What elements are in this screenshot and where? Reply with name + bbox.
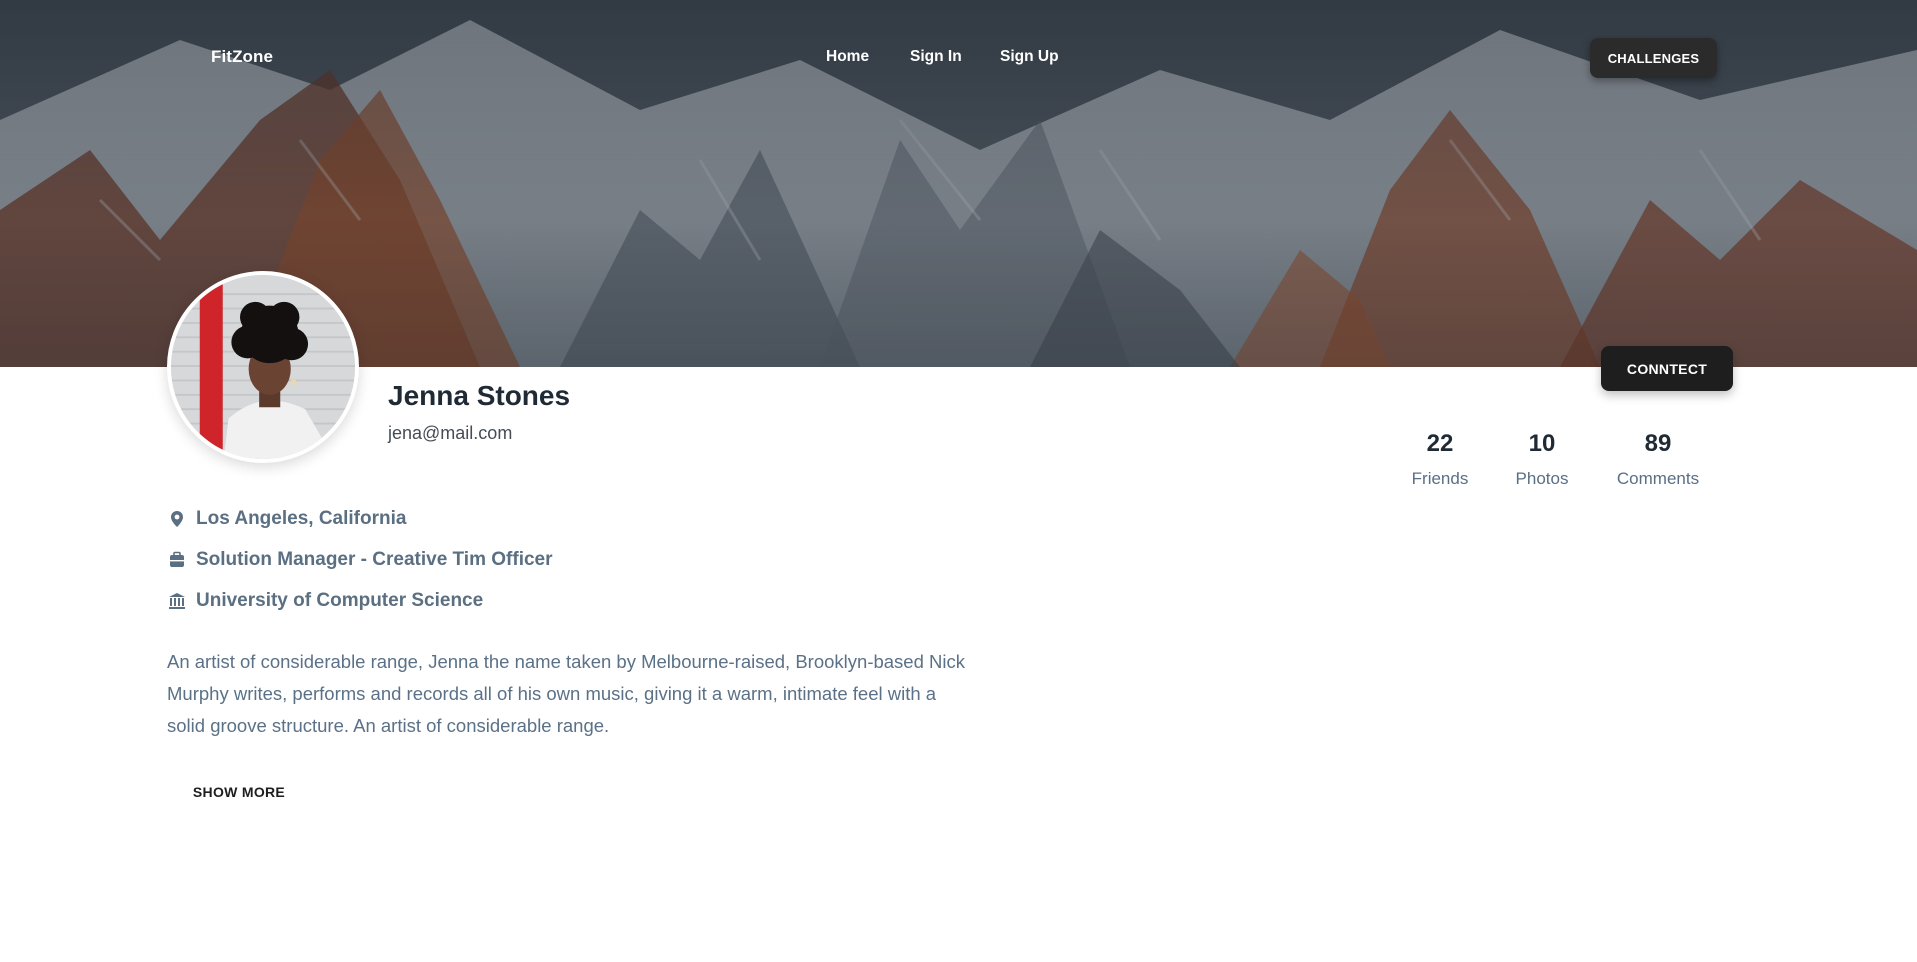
connect-button[interactable]: CONNTECT bbox=[1601, 346, 1733, 391]
profile-bio: An artist of considerable range, Jenna t… bbox=[167, 651, 965, 736]
stat-label: Friends bbox=[1411, 469, 1469, 488]
stat-comments: 89 Comments bbox=[1603, 430, 1713, 489]
nav-link-sign-in[interactable]: Sign In bbox=[910, 48, 962, 66]
stat-value: 89 bbox=[1644, 430, 1672, 457]
profile-email: jena@mail.com bbox=[388, 423, 513, 443]
stat-friends: 22 Friends bbox=[1385, 430, 1495, 489]
location-pin-icon bbox=[167, 509, 187, 529]
briefcase-icon bbox=[167, 550, 187, 570]
university-text: University of Computer Science bbox=[196, 590, 484, 611]
brand-logo[interactable]: FitZone bbox=[211, 47, 273, 67]
profile-job: Solution Manager - Creative Tim Officer bbox=[167, 547, 553, 573]
profile-avatar bbox=[167, 271, 359, 463]
stat-label: Photos bbox=[1515, 469, 1569, 488]
top-navbar: FitZone Home Sign In Sign Up CHALLENGES bbox=[0, 0, 1917, 115]
profile-university: University of Computer Science bbox=[167, 588, 483, 614]
university-icon bbox=[167, 591, 187, 611]
profile-location: Los Angeles, California bbox=[167, 506, 406, 532]
stat-value: 10 bbox=[1528, 430, 1556, 457]
nav-link-home[interactable]: Home bbox=[826, 48, 869, 66]
stat-photos: 10 Photos bbox=[1487, 430, 1597, 489]
avatar-photo bbox=[171, 275, 355, 459]
stat-value: 22 bbox=[1426, 430, 1454, 457]
show-more-button[interactable]: SHOW MORE bbox=[180, 773, 298, 811]
job-text: Solution Manager - Creative Tim Officer bbox=[196, 549, 553, 570]
challenges-button[interactable]: CHALLENGES bbox=[1590, 38, 1717, 78]
stat-label: Comments bbox=[1616, 469, 1700, 488]
nav-link-sign-up[interactable]: Sign Up bbox=[1000, 48, 1059, 66]
location-text: Los Angeles, California bbox=[196, 508, 407, 529]
profile-name: Jenna Stones bbox=[388, 380, 571, 411]
